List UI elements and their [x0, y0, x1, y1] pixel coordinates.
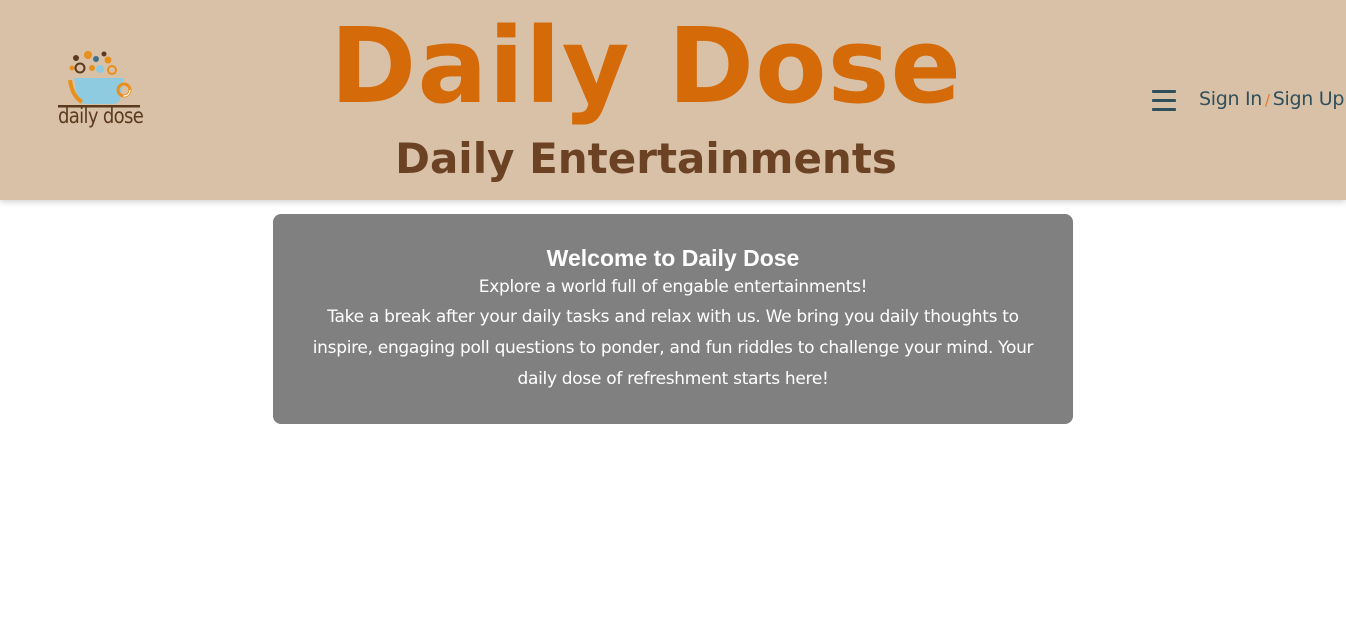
site-title: Daily Dose	[329, 5, 963, 127]
welcome-tagline: Explore a world full of engable entertai…	[478, 277, 868, 297]
site-subtitle: Daily Entertainments	[395, 134, 897, 183]
sign-up-link[interactable]: Sign Up	[1273, 88, 1345, 110]
auth-links: Sign In / Sign Up	[1199, 88, 1344, 110]
site-header: daily dose Daily Dose Daily Entertainmen…	[0, 0, 1346, 200]
welcome-title: Welcome to Daily Dose	[546, 245, 800, 271]
welcome-description: Take a break after your daily tasks and …	[312, 307, 1034, 389]
hamburger-menu-icon[interactable]	[1150, 86, 1178, 116]
auth-separator: /	[1265, 91, 1270, 109]
sign-in-link[interactable]: Sign In	[1199, 88, 1262, 110]
welcome-card: Welcome to Daily Dose Explore a world fu…	[273, 214, 1073, 424]
